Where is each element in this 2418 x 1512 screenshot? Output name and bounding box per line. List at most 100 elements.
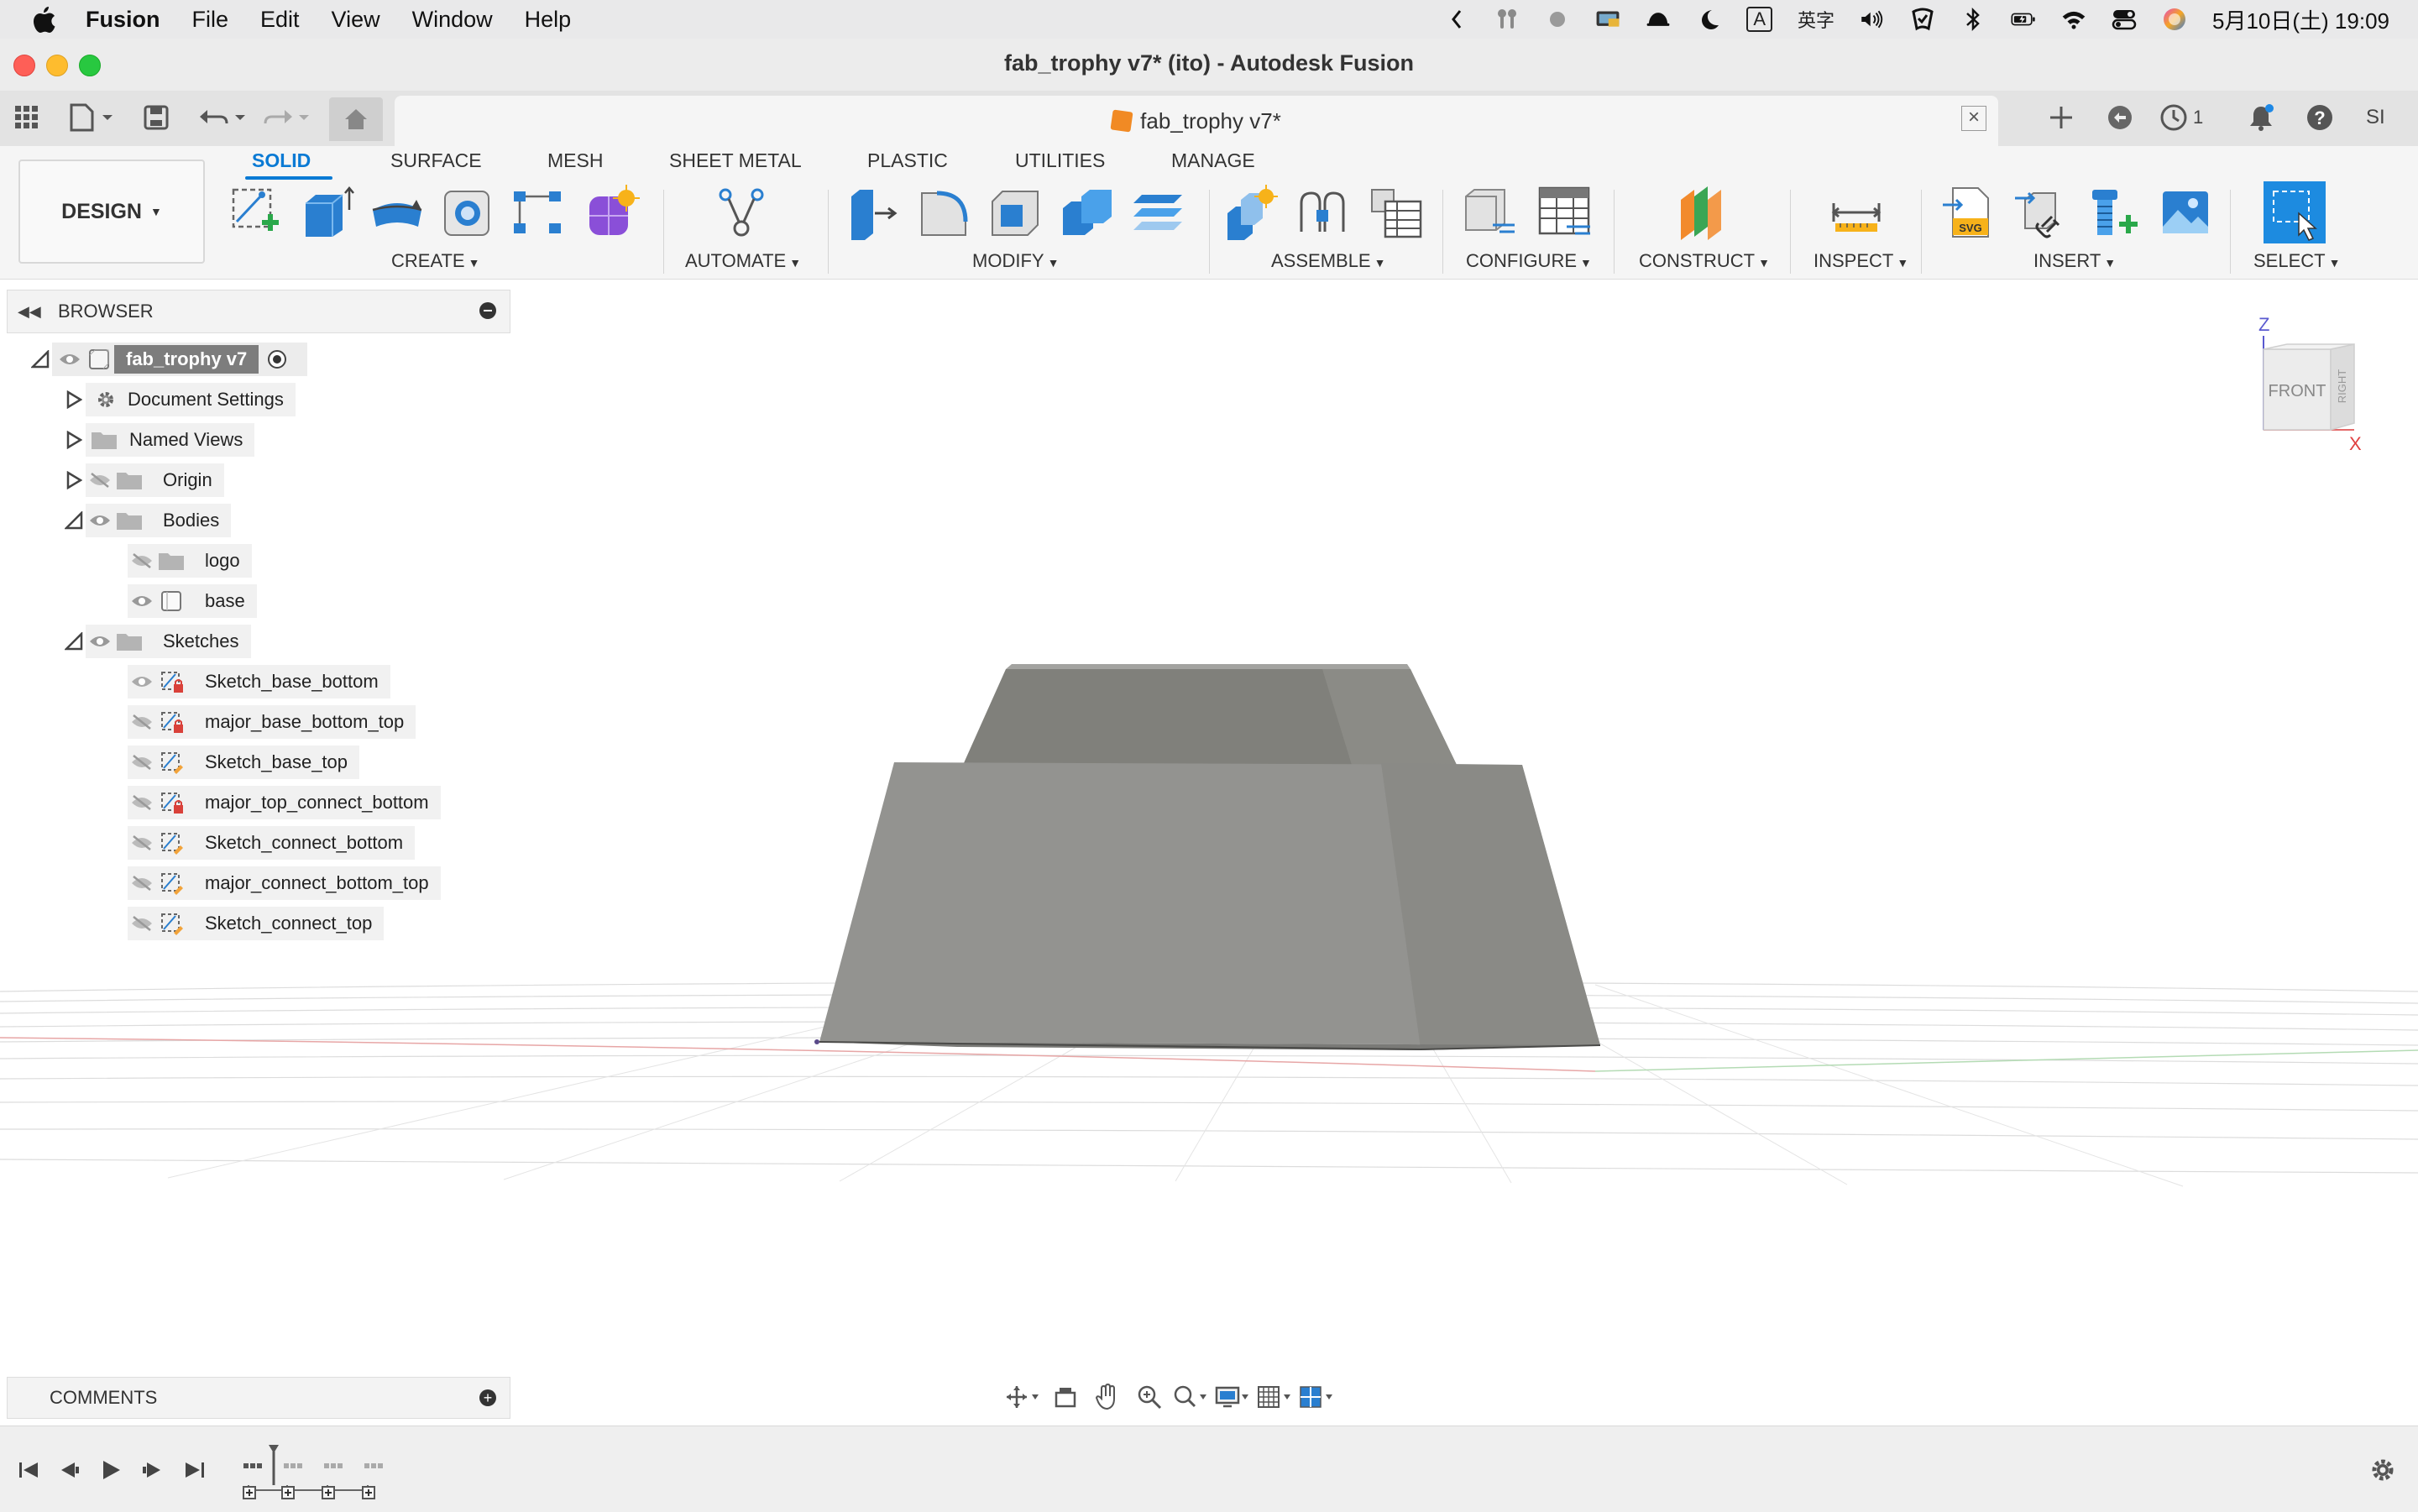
- zoom-icon[interactable]: [1130, 1380, 1169, 1414]
- tree-item-sketch[interactable]: major_connect_bottom_top: [128, 866, 441, 900]
- clock-datetime[interactable]: 5月10日(土) 19:09: [2212, 4, 2389, 35]
- tab-mesh[interactable]: MESH: [547, 149, 603, 172]
- visibility-hidden-icon[interactable]: [128, 907, 156, 940]
- look-at-icon[interactable]: [1046, 1380, 1085, 1414]
- visibility-hidden-icon[interactable]: [86, 463, 114, 497]
- insert-canvas-icon[interactable]: [2158, 185, 2213, 240]
- group-modify[interactable]: MODIFY ▼: [972, 250, 1059, 272]
- file-menu-icon[interactable]: [69, 102, 116, 133]
- group-inspect[interactable]: INSPECT ▼: [1814, 250, 1908, 272]
- grid-settings-icon[interactable]: [1256, 1380, 1295, 1414]
- new-tab-icon[interactable]: [2049, 102, 2074, 133]
- group-assemble[interactable]: ASSEMBLE ▼: [1271, 250, 1385, 272]
- tree-item-sketch[interactable]: major_base_bottom_top: [128, 705, 416, 739]
- step-back-icon[interactable]: [55, 1457, 82, 1483]
- help-icon[interactable]: ?: [2305, 102, 2334, 133]
- menu-app-fusion[interactable]: Fusion: [86, 7, 160, 33]
- collapse-triangle-icon[interactable]: [62, 504, 86, 537]
- extensions-icon[interactable]: [2106, 102, 2134, 133]
- battery-icon[interactable]: [2011, 7, 2036, 32]
- visibility-hidden-icon[interactable]: [128, 826, 156, 860]
- tree-item-bodies[interactable]: Bodies: [62, 504, 232, 537]
- tree-item-named-views[interactable]: Named Views: [62, 423, 255, 457]
- menu-help[interactable]: Help: [525, 7, 572, 33]
- orbit-icon[interactable]: [1004, 1380, 1043, 1414]
- collapse-panel-icon[interactable]: ◀◀: [18, 303, 43, 321]
- group-automate[interactable]: AUTOMATE ▼: [685, 250, 801, 272]
- menu-window[interactable]: Window: [412, 7, 493, 33]
- base-body[interactable]: [814, 664, 1601, 1051]
- viewports-icon[interactable]: [1298, 1380, 1337, 1414]
- home-tab-icon[interactable]: [329, 97, 383, 141]
- notifications-icon[interactable]: [2247, 102, 2275, 133]
- fit-window-icon[interactable]: [1172, 1380, 1211, 1414]
- visibility-hidden-icon[interactable]: [128, 786, 156, 819]
- app-grid-icon[interactable]: [13, 102, 40, 133]
- tree-item-origin[interactable]: Origin: [62, 463, 224, 497]
- browser-header[interactable]: ◀◀ BROWSER: [7, 290, 510, 333]
- bom-table-icon[interactable]: [1369, 185, 1424, 240]
- go-to-start-icon[interactable]: [15, 1457, 42, 1483]
- tree-root[interactable]: fab_trophy v7: [29, 343, 308, 376]
- user-avatar[interactable]: SI: [2366, 102, 2385, 133]
- visibility-hidden-icon[interactable]: [128, 866, 156, 900]
- group-construct[interactable]: CONSTRUCT ▼: [1639, 250, 1770, 272]
- expand-triangle-icon[interactable]: [62, 463, 86, 497]
- undo-icon[interactable]: [198, 102, 249, 133]
- insert-derive-icon[interactable]: [2013, 185, 2069, 240]
- wifi-icon[interactable]: [2061, 7, 2086, 32]
- volume-icon[interactable]: [1860, 7, 1885, 32]
- collapse-triangle-icon[interactable]: [29, 343, 52, 376]
- visibility-eye-icon[interactable]: [86, 625, 114, 658]
- add-comment-icon[interactable]: +: [479, 1389, 496, 1406]
- save-icon[interactable]: [143, 102, 170, 133]
- menu-edit[interactable]: Edit: [260, 7, 300, 33]
- timeline-features[interactable]: [240, 1445, 405, 1507]
- tab-surface[interactable]: SURFACE: [390, 149, 482, 172]
- root-component-name[interactable]: fab_trophy v7: [114, 345, 259, 374]
- tab-manage[interactable]: MANAGE: [1171, 149, 1255, 172]
- step-forward-icon[interactable]: [139, 1457, 166, 1483]
- comments-panel[interactable]: COMMENTS +: [7, 1377, 510, 1419]
- siri-icon[interactable]: [2162, 7, 2187, 32]
- select-icon[interactable]: [2262, 180, 2327, 245]
- measure-icon[interactable]: [1829, 185, 1884, 240]
- timeline-settings-gear-icon[interactable]: [2369, 1457, 2396, 1483]
- visibility-eye-icon[interactable]: [128, 584, 156, 618]
- job-status-icon[interactable]: 1: [2159, 102, 2203, 133]
- go-to-end-icon[interactable]: [181, 1457, 208, 1483]
- insert-svg-icon[interactable]: SVG: [1941, 185, 1997, 240]
- tree-item-sketch[interactable]: Sketch_base_top: [128, 746, 360, 779]
- tree-item-base[interactable]: base: [128, 584, 257, 618]
- pattern-icon[interactable]: [510, 185, 566, 240]
- create-form-icon[interactable]: [584, 185, 640, 240]
- airpods-icon[interactable]: [1494, 7, 1520, 32]
- tab-utilities[interactable]: UTILITIES: [1015, 149, 1105, 172]
- automate-icon[interactable]: [714, 185, 769, 240]
- visibility-hidden-icon[interactable]: [128, 746, 156, 779]
- tree-item-sketch[interactable]: Sketch_connect_top: [128, 907, 385, 940]
- offset-face-icon[interactable]: [1130, 185, 1185, 240]
- tree-item-sketch[interactable]: Sketch_connect_bottom: [128, 826, 416, 860]
- remote-app-icon[interactable]: [1910, 7, 1935, 32]
- chevron-left-icon[interactable]: [1444, 7, 1469, 32]
- visibility-hidden-icon[interactable]: [128, 705, 156, 739]
- group-select[interactable]: SELECT ▼: [2253, 250, 2340, 272]
- combine-icon[interactable]: [1060, 185, 1115, 240]
- revolve-icon[interactable]: [369, 185, 425, 240]
- tab-plastic[interactable]: PLASTIC: [867, 149, 948, 172]
- menu-view[interactable]: View: [332, 7, 380, 33]
- hole-icon[interactable]: [440, 185, 495, 240]
- create-sketch-icon[interactable]: [228, 185, 284, 240]
- redo-icon[interactable]: [262, 102, 312, 133]
- tree-item-sketch[interactable]: Sketch_base_bottom: [128, 665, 390, 698]
- control-center-icon[interactable]: [2112, 7, 2137, 32]
- activate-radio-icon[interactable]: [259, 348, 296, 370]
- configuration-table-icon[interactable]: [1536, 185, 1592, 240]
- group-configure[interactable]: CONFIGURE ▼: [1466, 250, 1592, 272]
- fillet-icon[interactable]: [917, 185, 972, 240]
- minimize-panel-icon[interactable]: [479, 302, 496, 319]
- insert-mcmaster-icon[interactable]: [2086, 185, 2141, 240]
- close-tab-icon[interactable]: ×: [1961, 106, 1986, 131]
- visibility-eye-icon[interactable]: [86, 504, 114, 537]
